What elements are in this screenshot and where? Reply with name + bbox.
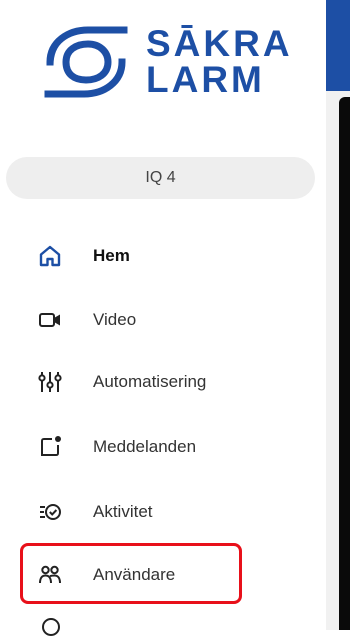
- sidebar-item-label: Automatisering: [93, 372, 207, 391]
- home-icon: [38, 244, 62, 268]
- logo-mark-icon: [44, 26, 128, 98]
- sidebar-item-label: Hem: [93, 246, 130, 265]
- sidebar-item-label: Meddelanden: [93, 437, 197, 456]
- brand-name-line1: SĀKRA: [146, 23, 293, 64]
- notification-icon: [38, 435, 62, 459]
- sidebar-item-aktivitet[interactable]: Aktivitet: [0, 492, 300, 532]
- sidebar-item-video[interactable]: Video: [0, 300, 300, 340]
- sidebar-item-anvandare[interactable]: Användare: [0, 555, 300, 595]
- sidebar-item-label: Aktivitet: [93, 502, 153, 521]
- brand-name: SĀKRA LARM: [146, 23, 293, 100]
- brand-logo[interactable]: SĀKRA LARM: [40, 22, 300, 108]
- sidebar: SĀKRA LARM IQ 4 Hem Video Automatisering…: [0, 0, 326, 636]
- sidebar-item-hem[interactable]: Hem: [0, 236, 300, 276]
- sidebar-item-label: Användare: [93, 565, 176, 584]
- sliders-icon: [38, 370, 62, 394]
- system-selector-label: IQ 4: [145, 169, 176, 186]
- sidebar-item-label: Video: [93, 310, 137, 329]
- content-panel-edge: [339, 97, 350, 630]
- video-camera-icon: [38, 308, 62, 332]
- activity-list-icon: [38, 500, 62, 524]
- users-icon: [38, 563, 62, 587]
- partial-nav-icon: [42, 618, 60, 636]
- header-bar-edge: [326, 0, 350, 91]
- brand-name-line2: LARM: [146, 59, 265, 100]
- sidebar-item-meddelanden[interactable]: Meddelanden: [0, 427, 300, 467]
- sidebar-item-automatisering[interactable]: Automatisering: [0, 362, 300, 402]
- system-selector[interactable]: IQ 4: [6, 157, 315, 199]
